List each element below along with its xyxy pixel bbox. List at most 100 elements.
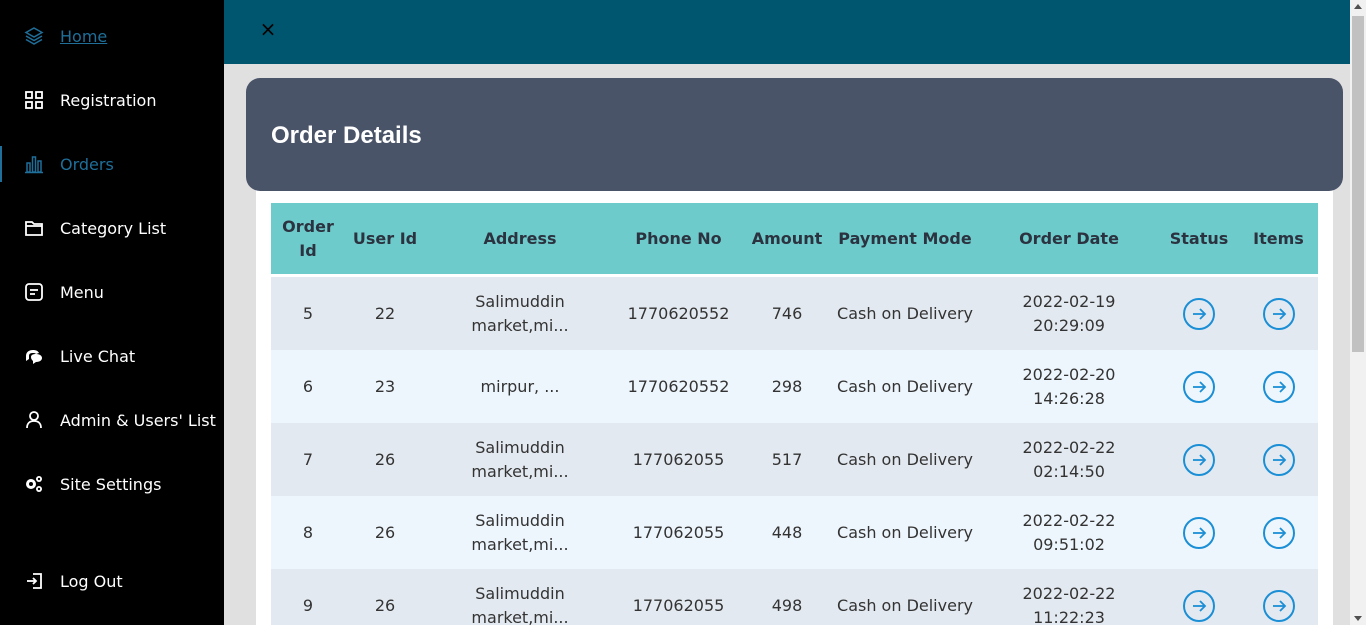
items-arrow-icon[interactable]: [1262, 297, 1295, 330]
sidebar-item-label: Registration: [60, 90, 157, 110]
user-id-cell: 26: [374, 522, 396, 542]
sidebar-item-admin-users-list[interactable]: Admin & Users' List: [0, 400, 224, 440]
column-header-payment-mode: Payment Mode: [838, 228, 972, 248]
sidebar-item-category-list[interactable]: Category List: [0, 208, 224, 248]
column-header-phone: Phone No: [635, 228, 722, 248]
items-cell: [1239, 277, 1318, 350]
sidebar: Home Registration Orders Category List M…: [0, 0, 224, 625]
order-id-cell: 9: [302, 595, 314, 615]
bar-chart-icon: [24, 154, 44, 174]
order-id-cell: 7: [302, 449, 314, 469]
items-arrow-icon[interactable]: [1262, 443, 1295, 476]
amount-cell: 298: [771, 376, 803, 396]
phone-cell: 177062055: [632, 449, 725, 469]
phone-cell: 1770620552: [627, 376, 730, 396]
page-scrollbar[interactable]: [1350, 0, 1366, 625]
note-icon: [24, 282, 44, 302]
table-row: 8 26 Salimuddin market,mi... 177062055 4…: [271, 496, 1318, 569]
address-cell: mirpur, ...: [480, 376, 560, 396]
items-cell: [1239, 423, 1318, 496]
status-arrow-icon[interactable]: [1183, 516, 1215, 549]
sidebar-item-site-settings[interactable]: Site Settings: [0, 464, 224, 504]
chat-icon: [24, 346, 44, 366]
order-date-cell: 2022-02-19 20:29:09: [1022, 291, 1116, 335]
user-id-cell: 23: [374, 376, 396, 396]
sidebar-item-registration[interactable]: Registration: [0, 80, 224, 120]
phone-cell: 1770620552: [627, 303, 730, 323]
order-date-cell: 2022-02-20 14:26:28: [1022, 364, 1116, 408]
sidebar-item-menu[interactable]: Menu: [0, 272, 224, 312]
status-arrow-icon[interactable]: [1183, 370, 1215, 403]
column-header-order-date: Order Date: [1019, 228, 1119, 248]
payment-mode-cell: Cash on Delivery: [837, 595, 973, 615]
amount-cell: 448: [771, 522, 803, 542]
amount-cell: 517: [771, 449, 803, 469]
user-icon: [24, 410, 44, 430]
address-cell: Salimuddin market,mi...: [471, 291, 569, 335]
address-cell: Salimuddin market,mi...: [471, 437, 569, 481]
order-date-cell: 2022-02-22 02:14:50: [1022, 437, 1116, 481]
user-id-cell: 26: [374, 449, 396, 469]
sidebar-item-label: Orders: [60, 154, 114, 174]
sidebar-item-label: Live Chat: [60, 346, 136, 366]
items-arrow-icon[interactable]: [1262, 516, 1295, 549]
status-cell: [1159, 423, 1239, 496]
scroll-up-icon[interactable]: [1354, 4, 1362, 9]
column-header-user-id: User Id: [352, 228, 418, 248]
order-date-cell: 2022-02-22 09:51:02: [1022, 510, 1116, 554]
order-date-cell: 2022-02-22 11:22:23: [1022, 583, 1116, 625]
items-arrow-icon[interactable]: [1262, 370, 1295, 403]
phone-cell: 177062055: [632, 595, 725, 615]
page-title-bold: Details: [343, 122, 422, 149]
column-header-status: Status: [1169, 228, 1229, 248]
payment-mode-cell: Cash on Delivery: [837, 303, 973, 323]
user-id-cell: 22: [374, 303, 396, 323]
order-id-cell: 8: [302, 522, 314, 542]
amount-cell: 498: [771, 595, 803, 615]
payment-mode-cell: Cash on Delivery: [837, 522, 973, 542]
column-header-address: Address: [483, 228, 557, 248]
table-header: Order Id User Id Address Phone No Amount…: [271, 203, 1318, 274]
payment-mode-cell: Cash on Delivery: [837, 376, 973, 396]
sidebar-item-live-chat[interactable]: Live Chat: [0, 336, 224, 376]
logout-icon: [24, 571, 44, 591]
sidebar-item-label: Category List: [60, 218, 167, 238]
page-title-light: Order: [271, 122, 344, 149]
sidebar-item-label: Log Out: [60, 571, 123, 591]
status-cell: [1159, 496, 1239, 569]
sidebar-item-label: Home: [60, 26, 108, 46]
folder-icon: [24, 218, 44, 238]
items-arrow-icon[interactable]: [1262, 589, 1295, 622]
sidebar-item-home[interactable]: Home: [0, 16, 224, 56]
status-cell: [1159, 569, 1239, 625]
column-header-items: Items: [1253, 228, 1304, 248]
user-id-cell: 26: [374, 595, 396, 615]
payment-mode-cell: Cash on Delivery: [837, 449, 973, 469]
column-header-order-id: Order Id: [282, 216, 334, 260]
table-row: 5 22 Salimuddin market,mi... 1770620552 …: [271, 277, 1318, 350]
status-arrow-icon[interactable]: [1183, 589, 1215, 622]
table-row: 9 26 Salimuddin market,mi... 177062055 4…: [271, 569, 1318, 625]
status-cell: [1159, 350, 1239, 423]
column-header-amount: Amount: [751, 228, 823, 248]
status-cell: [1159, 277, 1239, 350]
order-id-cell: 6: [302, 376, 314, 396]
order-id-cell: 5: [302, 303, 314, 323]
grid-icon: [24, 90, 44, 110]
items-cell: [1239, 496, 1318, 569]
sidebar-item-orders[interactable]: Orders: [0, 144, 224, 184]
scrollbar-thumb[interactable]: [1352, 16, 1364, 352]
address-cell: Salimuddin market,mi...: [471, 583, 569, 625]
items-cell: [1239, 350, 1318, 423]
table-row: 7 26 Salimuddin market,mi... 177062055 5…: [271, 423, 1318, 496]
scroll-down-icon[interactable]: [1354, 616, 1362, 621]
page-title: Order Details: [271, 122, 422, 150]
sidebar-item-log-out[interactable]: Log Out: [0, 561, 224, 601]
status-arrow-icon[interactable]: [1183, 297, 1215, 330]
status-arrow-icon[interactable]: [1183, 443, 1215, 476]
close-sidebar-button[interactable]: ×: [258, 18, 278, 40]
phone-cell: 177062055: [632, 522, 725, 542]
sidebar-item-label: Menu: [60, 282, 104, 302]
address-cell: Salimuddin market,mi...: [471, 510, 569, 554]
items-cell: [1239, 569, 1318, 625]
